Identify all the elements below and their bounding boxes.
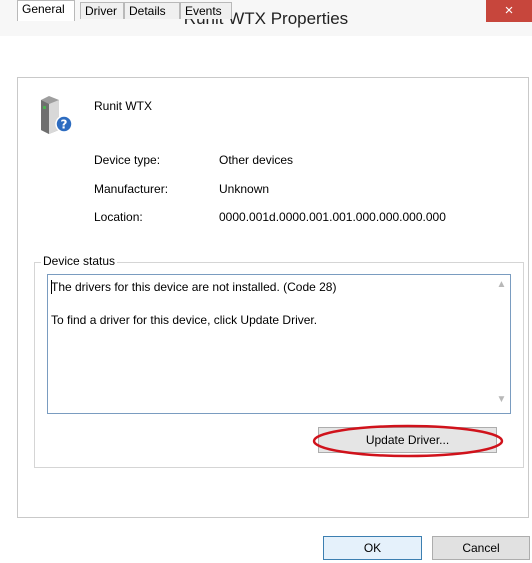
device-type-label: Device type: xyxy=(94,153,161,167)
location-label: Location: xyxy=(94,210,143,224)
location-value: 0000.001d.0000.001.001.000.000.000.000 xyxy=(219,210,446,224)
tab-driver[interactable]: Driver xyxy=(80,2,124,19)
tab-label: General xyxy=(22,2,65,16)
tab-general[interactable]: General xyxy=(17,0,75,21)
device-name: Runit WTX xyxy=(94,99,153,113)
cancel-button[interactable]: Cancel xyxy=(432,536,530,560)
tab-events[interactable]: Events xyxy=(180,2,232,19)
manufacturer-value: Unknown xyxy=(219,182,270,196)
status-line: To find a driver for this device, click … xyxy=(51,313,318,327)
close-icon: × xyxy=(504,2,514,19)
svg-text:?: ? xyxy=(61,118,68,132)
scroll-down-icon[interactable]: ▼ xyxy=(493,394,510,405)
tab-label: Driver xyxy=(85,4,117,18)
unknown-device-icon: ? xyxy=(41,96,73,134)
update-driver-label: Update Driver... xyxy=(365,433,450,447)
device-status-label: Device status xyxy=(41,254,118,268)
cancel-label: Cancel xyxy=(462,541,500,555)
status-line: The drivers for this device are not inst… xyxy=(51,280,337,294)
update-driver-button[interactable]: Update Driver... xyxy=(318,427,497,453)
device-type-value: Other devices xyxy=(219,153,294,167)
vertical-scrollbar[interactable]: ▲ ▼ xyxy=(493,275,510,413)
tab-label: Events xyxy=(185,4,222,18)
tab-details[interactable]: Details xyxy=(124,2,180,19)
manufacturer-label: Manufacturer: xyxy=(94,182,169,196)
tab-label: Details xyxy=(129,4,166,18)
ok-button[interactable]: OK xyxy=(323,536,422,560)
ok-label: OK xyxy=(363,541,382,555)
device-status-textbox[interactable]: The drivers for this device are not inst… xyxy=(47,274,511,414)
close-button[interactable]: × xyxy=(486,0,532,22)
scroll-up-icon[interactable]: ▲ xyxy=(493,279,510,290)
